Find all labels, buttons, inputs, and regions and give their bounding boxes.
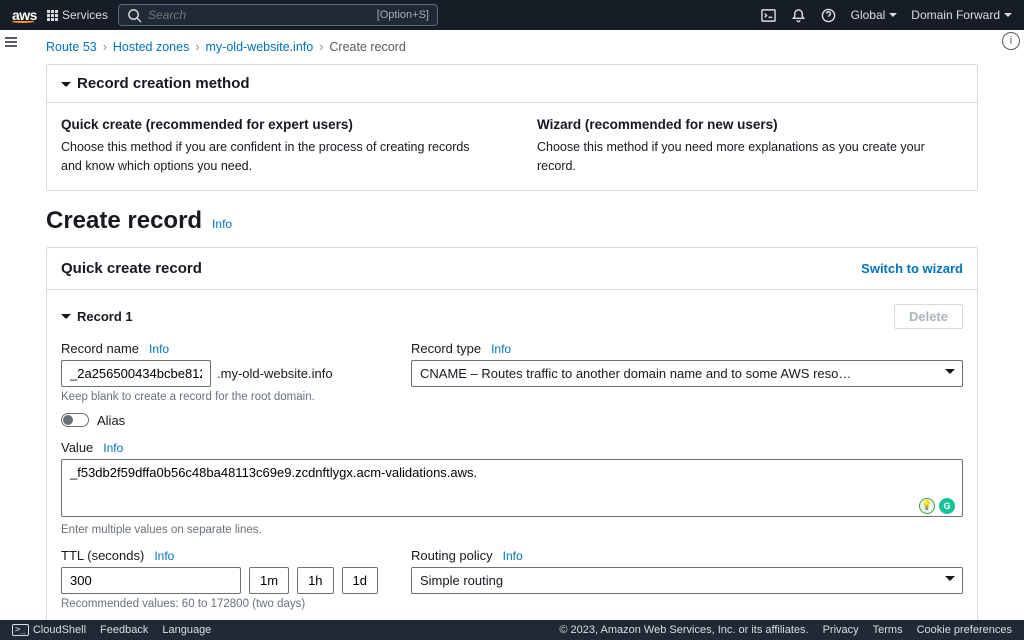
record-name-label: Record name <box>61 341 139 356</box>
footer-privacy[interactable]: Privacy <box>823 624 859 636</box>
quick-create-panel: Quick create record Switch to wizard Rec… <box>46 247 978 621</box>
notifications-icon[interactable] <box>791 7 807 23</box>
ttl-input[interactable] <box>61 567 241 594</box>
record-name-hint: Keep blank to create a record for the ro… <box>61 391 371 403</box>
ttl-label: TTL (seconds) <box>61 548 144 563</box>
search-shortcut-hint: [Option+S] <box>377 9 429 21</box>
breadcrumb-current: Create record <box>329 40 405 54</box>
record-1-section: Record 1 Delete Record name Info .my-old… <box>47 290 977 621</box>
alias-label: Alias <box>97 413 125 428</box>
ttl-1m-button[interactable]: 1m <box>249 567 289 594</box>
method-quick-desc: Choose this method if you are confident … <box>61 138 487 176</box>
grammarly-icon[interactable]: G <box>939 498 955 514</box>
delete-record-button: Delete <box>894 304 963 329</box>
record-heading: Record 1 <box>77 309 133 324</box>
cloudshell-icon[interactable] <box>761 7 777 23</box>
record-type-label: Record type <box>411 341 481 356</box>
breadcrumb-hosted-zones[interactable]: Hosted zones <box>113 40 189 54</box>
method-wizard[interactable]: Wizard (recommended for new users) Choos… <box>537 117 963 176</box>
ttl-1d-button[interactable]: 1d <box>342 567 378 594</box>
method-wizard-title: Wizard (recommended for new users) <box>537 117 963 132</box>
aws-logo-text: aws <box>12 7 37 23</box>
footer-bar: CloudShell Feedback Language © 2023, Ama… <box>0 620 1024 640</box>
hamburger-icon <box>5 41 17 43</box>
aws-logo[interactable]: aws <box>12 7 37 23</box>
page-title-row: Create record Info <box>46 207 978 235</box>
value-textarea[interactable] <box>61 459 963 517</box>
chevron-right-icon: › <box>103 40 107 54</box>
page-title: Create record <box>46 207 202 235</box>
chevron-right-icon: › <box>319 40 323 54</box>
footer-cloudshell[interactable]: CloudShell <box>12 624 86 636</box>
info-link[interactable]: Info <box>503 549 523 563</box>
top-nav: aws Services [Option+S] Global Domain Fo… <box>0 0 1024 30</box>
grammarly-bulb-icon[interactable]: 💡 <box>919 498 935 514</box>
value-field: Value Info 💡 G Enter multiple values on … <box>61 440 963 536</box>
search-input[interactable] <box>148 8 371 22</box>
creation-method-header[interactable]: Record creation method <box>47 65 977 103</box>
info-link[interactable]: Info <box>154 549 174 563</box>
account-menu[interactable]: Domain Forward <box>911 8 1012 22</box>
breadcrumb-zone[interactable]: my-old-website.info <box>206 40 314 54</box>
footer-terms[interactable]: Terms <box>873 624 903 636</box>
routing-policy-label: Routing policy <box>411 548 493 563</box>
chevron-right-icon: › <box>195 40 199 54</box>
grid-icon <box>47 10 58 21</box>
record-type-select[interactable]: CNAME – Routes traffic to another domain… <box>411 360 963 387</box>
switch-to-wizard-link[interactable]: Switch to wizard <box>861 261 963 276</box>
ttl-field: TTL (seconds) Info 1m 1h 1d Recommended … <box>61 548 371 610</box>
help-icon[interactable] <box>821 7 837 23</box>
domain-suffix: .my-old-website.info <box>217 366 333 381</box>
search-icon <box>127 8 142 23</box>
info-link[interactable]: Info <box>212 217 232 231</box>
search-box[interactable]: [Option+S] <box>118 4 438 26</box>
method-quick-create[interactable]: Quick create (recommended for expert use… <box>61 117 487 176</box>
alias-toggle[interactable] <box>61 413 89 427</box>
creation-method-title: Record creation method <box>77 75 250 92</box>
grammarly-widget: 💡 G <box>919 498 955 514</box>
record-type-field: Record type Info CNAME – Routes traffic … <box>411 341 963 403</box>
info-link[interactable]: Info <box>149 342 169 356</box>
method-quick-title: Quick create (recommended for expert use… <box>61 117 487 132</box>
routing-policy-field: Routing policy Info Simple routing <box>411 548 963 610</box>
collapse-icon <box>61 82 71 92</box>
services-menu[interactable]: Services <box>47 8 108 22</box>
info-link[interactable]: Info <box>491 342 511 356</box>
account-label: Domain Forward <box>911 8 1000 22</box>
main-content: Route 53 › Hosted zones › my-old-website… <box>22 30 1002 620</box>
record-name-input[interactable] <box>61 360 211 387</box>
help-panel-toggle[interactable]: i <box>1002 32 1020 50</box>
quick-create-title: Quick create record <box>61 260 202 277</box>
footer-cloudshell-label: CloudShell <box>33 624 86 636</box>
footer-copyright: © 2023, Amazon Web Services, Inc. or its… <box>559 624 808 636</box>
routing-policy-select[interactable]: Simple routing <box>411 567 963 594</box>
services-label: Services <box>62 8 108 22</box>
region-label: Global <box>851 8 886 22</box>
breadcrumb: Route 53 › Hosted zones › my-old-website… <box>22 30 1002 64</box>
ttl-hint: Recommended values: 60 to 172800 (two da… <box>61 598 371 610</box>
method-wizard-desc: Choose this method if you need more expl… <box>537 138 963 176</box>
creation-method-panel: Record creation method Quick create (rec… <box>46 64 978 191</box>
side-nav-toggle[interactable] <box>0 30 22 54</box>
footer-feedback[interactable]: Feedback <box>100 624 148 636</box>
record-name-field: Record name Info .my-old-website.info Ke… <box>61 341 371 403</box>
quick-create-header: Quick create record Switch to wizard <box>47 248 977 290</box>
value-label: Value <box>61 440 93 455</box>
footer-cookies[interactable]: Cookie preferences <box>917 624 1012 636</box>
ttl-1h-button[interactable]: 1h <box>297 567 333 594</box>
collapse-icon[interactable] <box>61 314 71 324</box>
value-hint: Enter multiple values on separate lines. <box>61 524 963 536</box>
region-selector[interactable]: Global <box>851 8 898 22</box>
footer-language[interactable]: Language <box>162 624 211 636</box>
topnav-right: Global Domain Forward <box>761 7 1012 23</box>
info-link[interactable]: Info <box>103 441 123 455</box>
breadcrumb-route53[interactable]: Route 53 <box>46 40 97 54</box>
